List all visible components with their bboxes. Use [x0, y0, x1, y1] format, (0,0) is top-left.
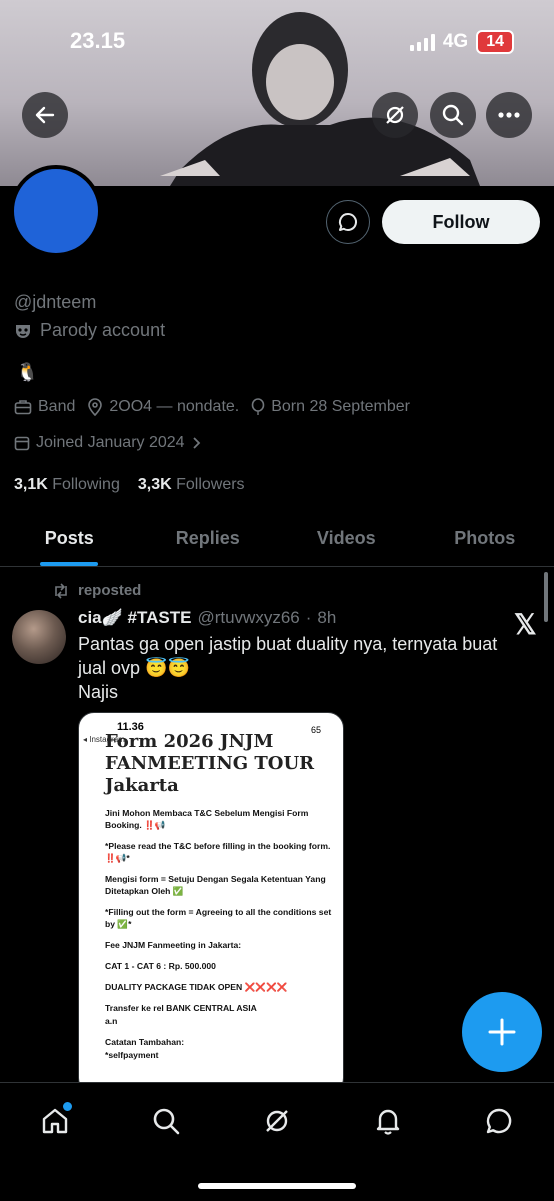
grok-button[interactable] [372, 92, 418, 138]
nav-messages[interactable] [479, 1101, 519, 1141]
bell-icon [373, 1106, 403, 1136]
battery-level: 14 [476, 30, 514, 54]
tab-photos[interactable]: Photos [416, 510, 554, 566]
media-line: *Filling out the form = Agreeing to all … [105, 906, 335, 930]
post-text-line1: Pantas ga open jastip buat duality nya, … [78, 632, 528, 680]
post-time[interactable]: 8h [317, 608, 336, 628]
compose-post-button[interactable] [462, 992, 542, 1072]
media-line: *Please read the T&C before filling in t… [105, 840, 335, 864]
media-line: Mengisi form = Setuju Dengan Segala Kete… [105, 873, 335, 897]
nav-notifications[interactable] [368, 1101, 408, 1141]
following-link[interactable]: 3,1K Following [14, 476, 120, 494]
message-button[interactable] [326, 200, 370, 244]
message-icon [484, 1106, 514, 1136]
parody-text: Parody account [40, 320, 165, 341]
followers-link[interactable]: 3,3K Followers [138, 476, 245, 494]
post-text[interactable]: Pantas ga open jastip buat duality nya, … [78, 632, 528, 704]
post-separator: · [306, 608, 312, 628]
media-line: a.n [105, 1015, 335, 1027]
message-icon [337, 211, 359, 233]
nav-home[interactable] [35, 1101, 75, 1141]
post-header: cia🪽 #TASTE @rtuvwxyz66 · 8h [78, 608, 336, 628]
media-line-duality-marks: ❌❌❌❌ [245, 982, 288, 992]
status-time: 23.15 [70, 28, 125, 54]
location-pin-icon [87, 398, 103, 416]
tab-replies[interactable]: Replies [139, 510, 278, 566]
tab-videos[interactable]: Videos [277, 510, 416, 566]
briefcase-icon [14, 399, 32, 415]
post-media-image[interactable]: 11.36 ◂ Instagram 65 Form 2026 JNJM FANM… [78, 712, 344, 1094]
repost-icon [52, 583, 70, 599]
profile-bio: 🐧 [16, 362, 38, 383]
profile-meta: Band 2OO4 — nondate. Born 28 September [14, 398, 410, 416]
post-author-avatar[interactable] [12, 610, 66, 664]
joined-date[interactable]: Joined January 2024 [14, 434, 201, 452]
media-line-duality-text: DUALITY PACKAGE TIDAK OPEN [105, 982, 242, 992]
media-line: Fee JNJM Fanmeeting in Jakarta: [105, 939, 335, 951]
nav-grok[interactable] [257, 1101, 297, 1141]
nav-search[interactable] [146, 1101, 186, 1141]
grok-icon [262, 1106, 292, 1136]
joined-text: Joined January 2024 [36, 434, 185, 452]
post-author-handle[interactable]: @rtuvwxyz66 [197, 608, 299, 628]
profile-avatar[interactable] [10, 165, 102, 257]
follow-counts: 3,1K Following 3,3K Followers [14, 476, 245, 494]
followers-label: Followers [176, 476, 244, 493]
reposted-text: reposted [78, 582, 141, 599]
media-body: Jini Mohon Membaca T&C Sebelum Mengisi F… [105, 807, 335, 1070]
plus-icon [487, 1017, 517, 1047]
search-button[interactable] [430, 92, 476, 138]
category-item: Band [14, 398, 75, 416]
scrollbar[interactable] [544, 572, 548, 622]
media-title: Form 2026 JNJM FANMEETING TOUR Jakarta [105, 731, 335, 797]
repost-indicator: reposted [52, 582, 141, 599]
chevron-right-icon [191, 436, 201, 450]
followers-count: 3,3K [138, 476, 172, 493]
network-type: 4G [443, 31, 468, 53]
search-icon [441, 103, 465, 127]
media-line: *selfpayment [105, 1049, 335, 1061]
back-button[interactable] [22, 92, 68, 138]
follow-button[interactable]: Follow [382, 200, 540, 244]
home-indicator[interactable] [198, 1183, 356, 1189]
location-item: 2OO4 — nondate. [87, 398, 239, 416]
bottom-navigation [0, 1082, 554, 1201]
post-author-name[interactable]: cia🪽 #TASTE [78, 608, 191, 628]
post-text-line2: Najis [78, 680, 528, 704]
media-line: CAT 1 - CAT 6 : Rp. 500.000 [105, 960, 335, 972]
calendar-icon [14, 435, 30, 451]
birthday-item: Born 28 September [251, 398, 410, 416]
status-indicators: 4G 14 [410, 30, 514, 54]
media-line: Transfer ke rel BANK CENTRAL ASIA [105, 1002, 335, 1014]
mask-icon [14, 322, 32, 340]
back-arrow-icon [34, 104, 56, 126]
more-options-button[interactable] [486, 92, 532, 138]
notification-dot [62, 1101, 73, 1112]
profile-tabs: Posts Replies Videos Photos [0, 510, 554, 567]
following-count: 3,1K [14, 476, 48, 493]
signal-icon [410, 33, 435, 51]
search-icon [151, 1106, 181, 1136]
following-label: Following [52, 476, 120, 493]
tab-posts[interactable]: Posts [0, 510, 139, 566]
more-icon [497, 111, 521, 119]
grok-icon [383, 103, 407, 127]
parody-label: Parody account [14, 320, 165, 341]
profile-handle: @jdnteem [14, 292, 96, 313]
birthday-text: Born 28 September [271, 398, 410, 416]
category-text: Band [38, 398, 75, 416]
balloon-icon [251, 398, 265, 416]
media-line-duality: DUALITY PACKAGE TIDAK OPEN ❌❌❌❌ [105, 981, 335, 993]
media-line: Jini Mohon Membaca T&C Sebelum Mengisi F… [105, 807, 335, 831]
media-line: Catatan Tambahan: [105, 1036, 335, 1048]
location-text: 2OO4 — nondate. [109, 398, 239, 416]
